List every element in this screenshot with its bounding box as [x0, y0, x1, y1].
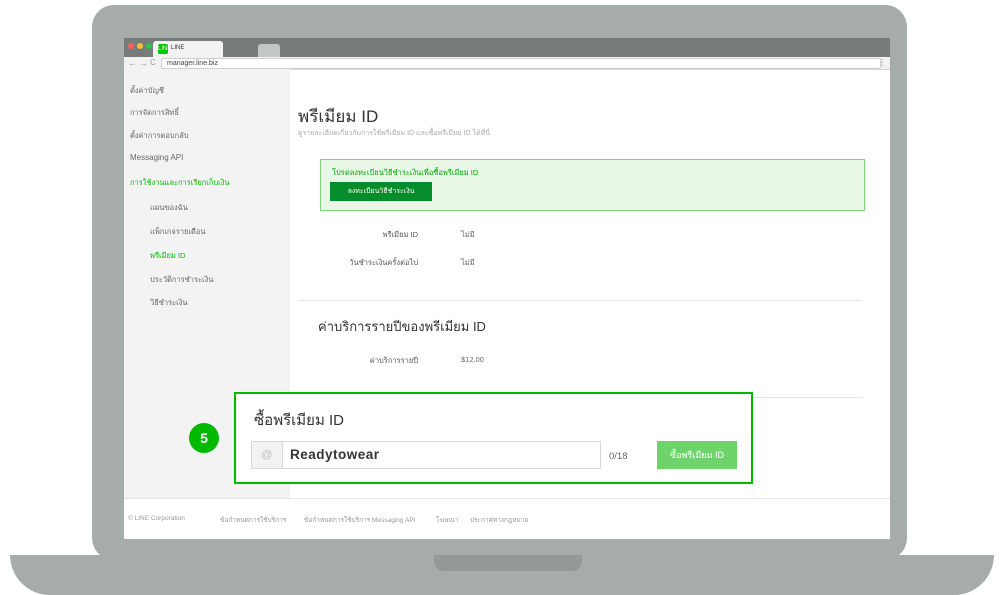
footer-link-legal[interactable]: ประกาศทางกฎหมาย	[470, 515, 528, 525]
sidebar-item-premium-id[interactable]: พรีเมียม ID	[150, 250, 185, 262]
browser-menu-icon[interactable]: ⋮	[878, 57, 886, 68]
url-input[interactable]: manager.line.biz	[161, 58, 881, 69]
sidebar-item-response-settings[interactable]: ตั้งค่าการตอบกลับ	[130, 130, 189, 142]
new-tab-button[interactable]	[258, 44, 280, 57]
page-title: พรีเมียม ID	[298, 107, 379, 126]
premium-id-input-value: Readytowear	[290, 447, 380, 462]
url-text: manager.line.biz	[167, 60, 218, 67]
next-payment-label: วันชำระเงินครั้งต่อไป	[349, 258, 418, 267]
buy-premium-id-callout: ซื้อพรีเมียม ID @ Readytowear 0/18 ซื้อพ…	[234, 392, 753, 484]
footer-link-api-terms[interactable]: ข้อกำหนดการใช้บริการ Messaging API	[304, 515, 415, 525]
step-badge: 5	[189, 423, 219, 453]
sidebar-item-permissions[interactable]: การจัดการสิทธิ์	[130, 107, 179, 119]
premium-id-label: พรีเมียม ID	[382, 230, 418, 239]
annual-fee-label: ค่าบริการรายปี	[369, 356, 418, 365]
sidebar-item-usage-billing[interactable]: การใช้งานและการเรียกเก็บเงิน	[130, 177, 230, 189]
register-payment-button[interactable]: ลงทะเบียนวิธีชำระเงิน	[330, 182, 432, 201]
browser-tab[interactable]: LINE LINE	[153, 41, 223, 57]
annual-fee-value: $12.00	[461, 355, 484, 364]
back-icon[interactable]: ←	[128, 57, 137, 69]
forward-icon[interactable]: →	[139, 57, 148, 69]
sidebar-item-payment-history[interactable]: ประวัติการชำระเงิน	[150, 274, 213, 286]
next-payment-value: ไม่มี	[461, 258, 475, 267]
page-subtitle: ดูรายละเอียดเกี่ยวกับการใช้พรีเมียม ID แ…	[298, 130, 491, 137]
footer-copyright: © LINE Corporation	[128, 515, 185, 522]
sidebar-item-monthly-package[interactable]: แพ็กเกจรายเดือน	[150, 226, 206, 238]
maximize-window-icon[interactable]	[146, 43, 152, 49]
fee-section-title: ค่าบริการรายปีของพรีเมียม ID	[318, 319, 486, 334]
buy-premium-id-title: ซื้อพรีเมียม ID	[254, 412, 344, 429]
buy-premium-id-button[interactable]: ซื้อพรีเมียม ID	[657, 441, 737, 469]
sidebar-item-payment-method[interactable]: วิธีชำระเงิน	[150, 297, 188, 309]
tab-title: LINE	[171, 45, 185, 51]
section-divider	[298, 300, 862, 301]
premium-id-input[interactable]: @ Readytowear	[251, 441, 601, 469]
browser-tabbar: LINE LINE	[124, 38, 890, 57]
sidebar-item-account-settings[interactable]: ตั้งค่าบัญชี	[130, 85, 164, 97]
payment-notice: โปรดลงทะเบียนวิธีชำระเงินเพื่อซื้อพรีเมี…	[320, 159, 865, 211]
character-counter: 0/18	[609, 451, 628, 462]
footer-link-terms[interactable]: ข้อกำหนดการใช้บริการ	[220, 515, 286, 525]
sidebar-item-messaging-api[interactable]: Messaging API	[130, 153, 183, 162]
line-logo-icon: LINE	[158, 44, 172, 54]
close-window-icon[interactable]	[128, 43, 134, 49]
footer-link-ads[interactable]: โฆษณา	[436, 515, 458, 525]
sidebar-item-my-plan[interactable]: แผนของฉัน	[150, 202, 188, 214]
at-symbol-prefix: @	[252, 442, 283, 468]
reload-icon[interactable]: C	[150, 57, 156, 69]
minimize-window-icon[interactable]	[137, 43, 143, 49]
laptop-notch	[434, 555, 582, 571]
premium-id-value: ไม่มี	[461, 230, 475, 239]
footer: © LINE Corporation ข้อกำหนดการใช้บริการ …	[124, 498, 890, 539]
notice-text: โปรดลงทะเบียนวิธีชำระเงินเพื่อซื้อพรีเมี…	[332, 168, 479, 177]
